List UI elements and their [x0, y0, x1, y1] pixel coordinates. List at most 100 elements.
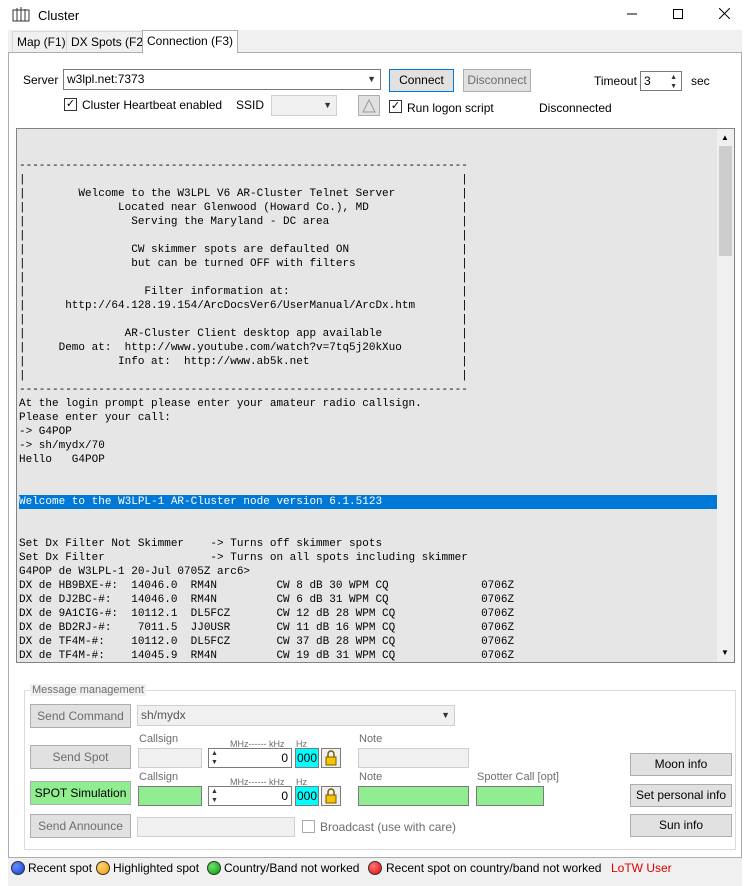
terminal-line: G4POP de W3LPL-1 20-Jul 0705Z arc6> [19, 566, 251, 578]
heartbeat-label: Cluster Heartbeat enabled [82, 98, 223, 112]
chevron-down-icon[interactable]: ▼ [441, 706, 450, 725]
run-logon-checkbox[interactable]: ✓ [389, 100, 402, 113]
announce-input[interactable] [137, 817, 295, 837]
note-label: Note [359, 733, 383, 745]
spotter-call-input[interactable] [476, 786, 544, 806]
spotter-label: Spotter Call [opt] [477, 771, 559, 783]
tab-map[interactable]: Map (F1) [12, 31, 71, 52]
terminal-line: | but can be turned OFF with filters | [19, 258, 468, 270]
terminal-line: DX de DJ2BC-#: 14046.0 RM4N CW 6 dB 31 W… [19, 594, 515, 606]
terminal-lines-before: ----------------------------------------… [19, 159, 719, 467]
moon-info-button[interactable]: Moon info [630, 753, 732, 776]
disconnect-button[interactable]: Disconnect [463, 69, 531, 92]
spot-callsign-input[interactable] [138, 748, 202, 768]
timeout-unit: sec [691, 74, 710, 88]
set-personal-info-button[interactable]: Set personal info [630, 784, 732, 807]
callsign-label-sim: Callsign [139, 771, 179, 783]
message-management-label: Message management [30, 684, 146, 696]
timeout-spinner[interactable]: 3 ▲ ▼ [640, 71, 682, 91]
tab-dx-spots[interactable]: DX Spots (F2) [66, 31, 153, 52]
terminal-line: | | [19, 370, 468, 382]
send-command-button[interactable]: Send Command [30, 704, 131, 728]
terminal-lines-after: Set Dx Filter Not Skimmer -> Turns off s… [19, 537, 719, 662]
sim-note-input[interactable] [358, 786, 469, 806]
background-window-right [742, 30, 751, 886]
chevron-down-icon[interactable]: ▼ [367, 70, 376, 89]
terminal-line: | | [19, 174, 468, 186]
connect-button[interactable]: Connect [389, 69, 454, 92]
ssid-combo[interactable]: ▼ [271, 95, 337, 116]
terminal-line: -> sh/mydx/70 [19, 440, 105, 452]
cluster-terminal[interactable]: ----------------------------------------… [16, 128, 735, 663]
legend-recent: Recent spot [28, 861, 93, 875]
maximize-icon [673, 9, 683, 19]
sim-hz-value[interactable]: 000 [295, 786, 319, 806]
terminal-line: | Serving the Maryland - DC area | [19, 216, 468, 228]
terminal-line: Hello G4POP [19, 454, 105, 466]
server-value: w3lpl.net:7373 [67, 72, 145, 86]
note-label-sim: Note [359, 771, 383, 783]
scroll-up-icon[interactable]: ▲ [721, 133, 729, 142]
sun-info-button[interactable]: Sun info [630, 814, 732, 837]
terminal-line: -> G4POP [19, 426, 72, 438]
terminal-line: | Filter information at: | [19, 286, 468, 298]
spot-note-input[interactable] [358, 748, 469, 768]
spot-freq-spinner[interactable]: ▲ ▼ 0 [208, 748, 292, 768]
terminal-line: DX de TF4M-#: 14045.9 RM4N CW 19 dB 31 W… [19, 650, 515, 662]
spot-hz-value[interactable]: 000 [295, 748, 319, 768]
terminal-line: | | [19, 314, 468, 326]
spinner-arrows-icon[interactable]: ▲ ▼ [211, 749, 218, 767]
sim-lock-button[interactable] [321, 786, 341, 806]
heartbeat-checkbox[interactable]: ✓ [64, 98, 77, 111]
terminal-line: | Welcome to the W3LPL V6 AR-Cluster Tel… [19, 188, 468, 200]
sim-freq-value: 0 [281, 789, 288, 803]
spinner-arrows-icon[interactable]: ▲ ▼ [670, 73, 677, 91]
timeout-label: Timeout [594, 74, 637, 88]
terminal-line: Set Dx Filter -> Turns on all spots incl… [19, 552, 468, 564]
spinner-arrows-icon[interactable]: ▲ ▼ [211, 787, 218, 805]
terminal-output: ----------------------------------------… [19, 131, 719, 662]
terminal-line: | AR-Cluster Client desktop app availabl… [19, 328, 468, 340]
legend-bar: Recent spot Highlighted spot Country/Ban… [8, 858, 742, 878]
highlighted-line[interactable]: Welcome to the W3LPL-1 AR-Cluster node v… [19, 495, 717, 509]
send-announce-button[interactable]: Send Announce [30, 814, 131, 838]
red-dot-icon [368, 861, 382, 875]
minimize-button[interactable] [609, 0, 655, 30]
broadcast-checkbox[interactable] [302, 820, 315, 833]
maximize-button[interactable] [655, 0, 701, 30]
terminal-line: DX de HB9BXE-#: 14046.0 RM4N CW 8 dB 30 … [19, 580, 515, 592]
tab-connection[interactable]: Connection (F3) [142, 30, 239, 53]
terminal-line: | Info at: http://www.ab5k.net | [19, 356, 468, 368]
sim-freq-spinner[interactable]: ▲ ▼ 0 [208, 786, 292, 806]
terminal-scrollbar[interactable]: ▲ ▼ [717, 129, 734, 662]
sim-callsign-input[interactable] [138, 786, 202, 806]
title-bar[interactable]: Cluster [0, 0, 751, 30]
chevron-down-icon[interactable]: ▼ [323, 96, 332, 115]
ssid-label: SSID [236, 98, 265, 112]
terminal-line: Set Dx Filter Not Skimmer -> Turns off s… [19, 538, 383, 550]
scroll-thumb[interactable] [719, 146, 732, 256]
terminal-line: ----------------------------------------… [19, 384, 468, 396]
terminal-line: | CW skimmer spots are defaulted ON | [19, 244, 468, 256]
legend-not-worked: Country/Band not worked [224, 861, 360, 875]
server-combo[interactable]: w3lpl.net:7373 ▼ [63, 69, 381, 90]
command-combo[interactable]: sh/mydx ▼ [137, 705, 455, 726]
close-button[interactable] [701, 0, 747, 30]
terminal-line: Please enter your call: [19, 412, 171, 424]
blue-dot-icon [11, 861, 25, 875]
connection-status: Disconnected [539, 101, 612, 115]
spot-lock-button[interactable] [321, 748, 341, 768]
terminal-line: DX de 9A1CIG-#: 10112.1 DL5FCZ CW 12 dB … [19, 608, 515, 620]
spot-freq-value: 0 [281, 751, 288, 765]
green-dot-icon [207, 861, 221, 875]
terminal-line: DX de BD2RJ-#: 7011.5 JJ0USR CW 11 dB 16… [19, 622, 515, 634]
spot-simulation-button[interactable]: SPOT Simulation [30, 781, 131, 805]
legend-lotw: LoTW User [611, 861, 672, 875]
send-spot-button[interactable]: Send Spot [30, 745, 131, 769]
callsign-label: Callsign [139, 733, 179, 745]
terminal-line: | | [19, 272, 468, 284]
terminal-line: | http://64.128.19.154/ArcDocsVer6/UserM… [19, 300, 468, 312]
terminal-line: At the login prompt please enter your am… [19, 398, 422, 410]
logon-script-button[interactable] [358, 95, 380, 116]
scroll-down-icon[interactable]: ▼ [721, 648, 729, 657]
